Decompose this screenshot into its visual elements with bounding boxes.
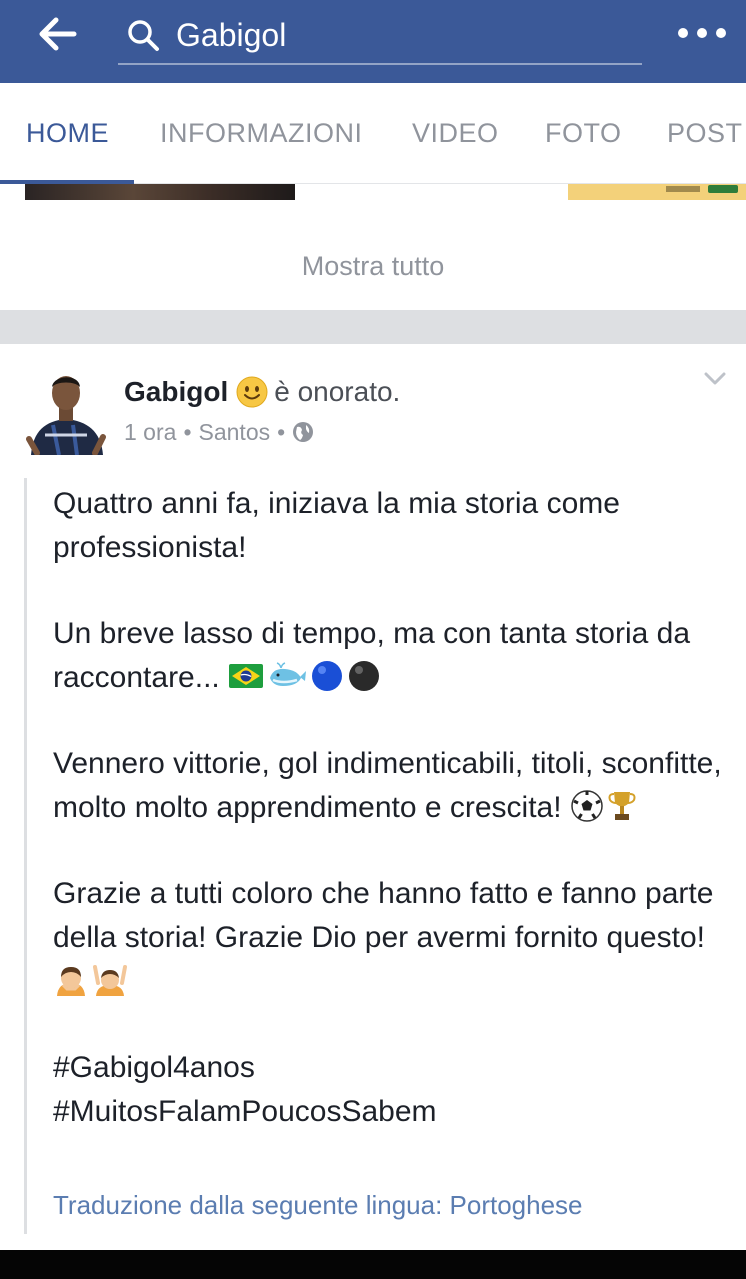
post-paragraph: Vennero vittorie, gol indimenticabili, t… [53, 742, 733, 830]
tab-foto[interactable]: FOTO [545, 83, 622, 183]
more-options-button[interactable] [674, 16, 730, 50]
quote-bar [24, 478, 27, 1234]
post-paragraph: Un breve lasso di tempo, ma con tanta st… [53, 612, 733, 700]
post-author-name[interactable]: Gabigol [124, 372, 228, 412]
post-body: Quattro anni fa, iniziava la mia storia … [53, 482, 733, 1134]
post-hashtags: #Gabigol4anos #MuitosFalamPoucosSabem [53, 1046, 733, 1134]
whale-icon [270, 662, 307, 687]
arrow-left-icon [39, 17, 77, 51]
photo-thumbnail[interactable] [25, 184, 295, 200]
tab-home[interactable]: HOME [26, 83, 109, 183]
back-button[interactable] [34, 14, 82, 54]
top-bar [0, 0, 746, 83]
chevron-down-icon[interactable] [704, 372, 726, 386]
post-author-line: Gabigol è onorato. [124, 372, 400, 412]
soccer-ball-icon [571, 790, 603, 822]
blue-ball-icon [312, 661, 343, 692]
section-divider [0, 310, 746, 344]
show-all-link[interactable]: Mostra tutto [0, 232, 746, 300]
tab-post[interactable]: POST [667, 83, 743, 183]
photo-thumbnail[interactable] [568, 184, 746, 200]
person-raising-hands-icon [93, 965, 127, 997]
translation-note-link[interactable]: Traduzione dalla seguente lingua: Portog… [53, 1190, 583, 1221]
tab-informazioni[interactable]: INFORMAZIONI [160, 83, 363, 183]
avatar[interactable] [25, 365, 107, 456]
smiley-face-icon [236, 376, 268, 408]
post-timestamp[interactable]: 1 ora [124, 416, 176, 448]
more-horizontal-icon [716, 28, 726, 38]
tab-video[interactable]: VIDEO [412, 83, 499, 183]
hashtag-link[interactable]: #MuitosFalamPoucosSabem [53, 1095, 437, 1128]
search-box[interactable] [118, 8, 642, 65]
meta-separator: • [277, 419, 286, 445]
post-paragraph: Grazie a tutti coloro che hanno fatto e … [53, 872, 733, 1004]
person-bowing-icon [57, 967, 85, 997]
post-meta: 1 ora • Santos • [124, 416, 314, 448]
more-horizontal-icon [678, 28, 688, 38]
brazil-flag-icon [229, 664, 264, 689]
post-paragraph-text: Grazie a tutti coloro che hanno fatto e … [53, 877, 714, 954]
post-location[interactable]: Santos [199, 416, 271, 448]
search-icon [128, 20, 159, 51]
more-horizontal-icon [697, 28, 707, 38]
globe-icon [293, 422, 314, 442]
search-input[interactable] [176, 12, 616, 58]
meta-separator: • [183, 419, 192, 445]
system-bottom-bar [0, 1250, 746, 1279]
hashtag-link[interactable]: #Gabigol4anos [53, 1051, 255, 1084]
trophy-icon [608, 792, 636, 821]
post-paragraph: Quattro anni fa, iniziava la mia storia … [53, 487, 620, 564]
post-feeling-text: è onorato. [274, 376, 401, 407]
page-tabs: HOME INFORMAZIONI VIDEO FOTO POST [0, 83, 746, 184]
black-ball-icon [349, 661, 380, 692]
